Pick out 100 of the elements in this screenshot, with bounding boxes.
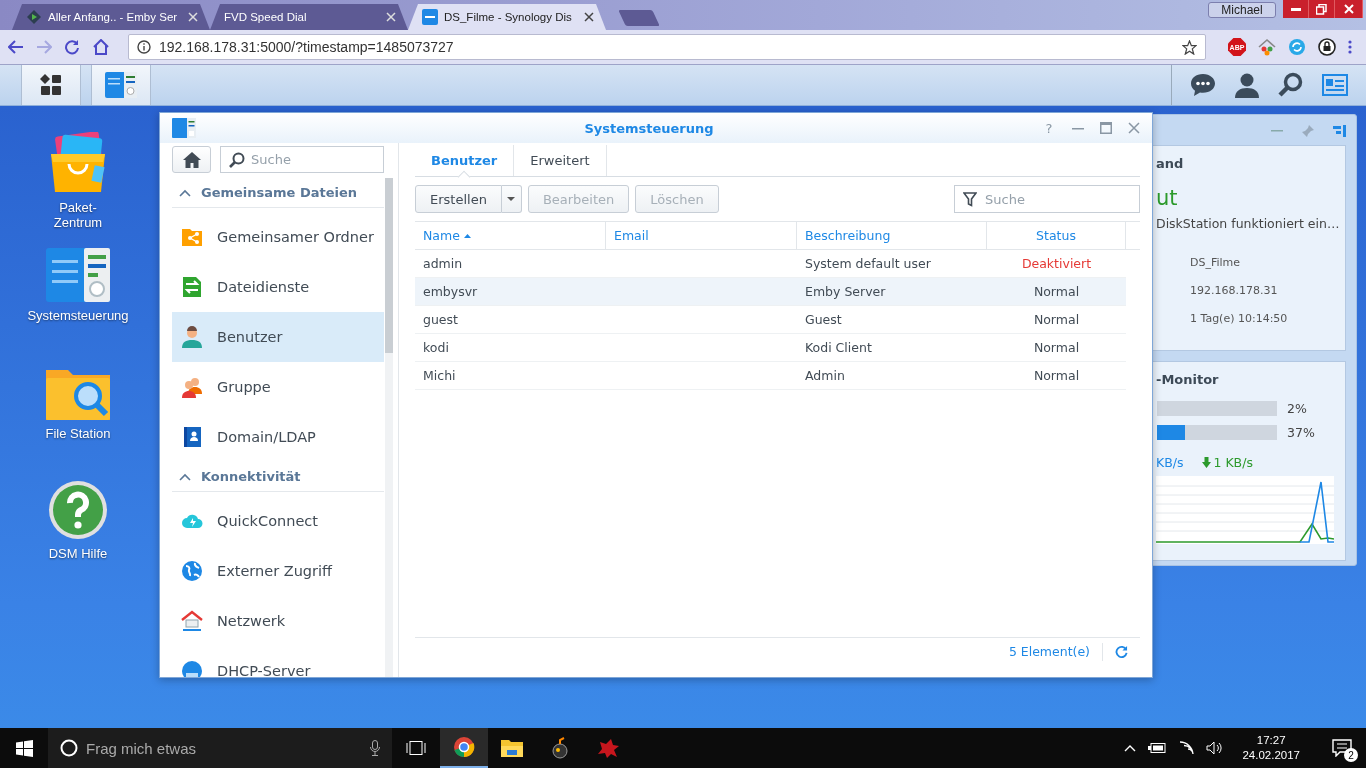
close-button[interactable]: [1335, 0, 1363, 18]
help-icon[interactable]: [48, 480, 108, 540]
home-button[interactable]: [172, 146, 211, 173]
battery-icon[interactable]: [1148, 743, 1167, 753]
tab[interactable]: Erweitert: [514, 145, 607, 176]
desktop-icon-label[interactable]: File Station: [45, 426, 111, 441]
domain-icon: [181, 426, 203, 448]
dropdown-button[interactable]: [501, 185, 522, 213]
restore-icon: [1316, 3, 1327, 15]
search-icon[interactable]: [1278, 72, 1304, 98]
close-button[interactable]: [1128, 122, 1140, 134]
user-icon[interactable]: [1234, 72, 1260, 98]
browser-tab[interactable]: Aller Anfang.. - Emby Ser: [12, 4, 210, 30]
control-panel-icon: [105, 72, 137, 98]
column-header[interactable]: Name: [415, 222, 606, 249]
status-cell-text: Deaktiviert: [1020, 255, 1093, 273]
sidebar-item[interactable]: QuickConnect: [172, 496, 384, 546]
chevron-icon: [179, 472, 191, 481]
start-button[interactable]: [15, 739, 33, 757]
status-cell-text: Normal: [1032, 339, 1081, 357]
minimize-button[interactable]: [1283, 0, 1309, 18]
address-field[interactable]: 192.168.178.31:5000/?timestamp=1485073727: [128, 34, 1206, 60]
section-header[interactable]: Gemeinsame Dateien: [172, 178, 384, 208]
sidebar-icon[interactable]: [1333, 125, 1346, 137]
menu-icon[interactable]: [1348, 40, 1352, 54]
close-icon[interactable]: [584, 12, 594, 22]
wifi-icon[interactable]: [1178, 741, 1195, 755]
meter-reading: 37%: [1287, 425, 1315, 440]
sidebar-item[interactable]: Dateidienste: [172, 262, 384, 312]
search-field[interactable]: Frag mich etwas: [48, 728, 392, 768]
status-cell-text: Normal: [1032, 311, 1081, 329]
desktop-icon-label[interactable]: Systemsteuerung: [27, 308, 129, 323]
scrollbar-thumb[interactable]: [385, 178, 393, 353]
maximize-button[interactable]: [1100, 122, 1112, 134]
clock[interactable]: 17:27 24.02.2017: [1242, 733, 1300, 763]
microphone-icon[interactable]: [370, 740, 380, 756]
profile-button[interactable]: Michael: [1208, 2, 1276, 18]
desktop-icon-label[interactable]: DSM Hilfe: [48, 546, 108, 561]
notifications-icon[interactable]: [1332, 739, 1352, 757]
table-cell-text: kodi: [422, 339, 450, 357]
column-header[interactable]: Status: [987, 222, 1126, 249]
sidebar-item[interactable]: Externer Zugriff: [172, 546, 384, 596]
restore-button[interactable]: [1309, 0, 1335, 18]
info-value: 1 Tag(e) 10:14:50: [1190, 312, 1289, 327]
table-cell-text: Emby Server: [804, 283, 887, 301]
download-rate: 1 KB/s: [1213, 455, 1253, 470]
browser-tab[interactable]: FVD Speed Dial: [210, 4, 408, 30]
browser-tab[interactable]: DS_Filme - Synology Dis: [408, 4, 606, 30]
dhcp-icon: [181, 660, 203, 677]
house-icon[interactable]: [1258, 38, 1276, 56]
control-panel-app-button[interactable]: [91, 65, 151, 105]
back-icon[interactable]: [8, 40, 24, 54]
chevron-up-icon[interactable]: [1124, 744, 1137, 752]
creature-icon[interactable]: [596, 738, 620, 758]
column-header[interactable]: Beschreibung: [797, 222, 987, 249]
user-icon: [181, 326, 203, 348]
main-menu-button[interactable]: [21, 65, 81, 105]
network-icon: [181, 610, 203, 632]
refresh-icon[interactable]: [1115, 645, 1128, 658]
chrome-icon[interactable]: [453, 736, 475, 758]
home-icon: [182, 151, 201, 168]
table-row[interactable]: kodi Kodi Client Normal: [415, 334, 1126, 362]
scrollbar[interactable]: [385, 178, 393, 677]
table-row[interactable]: embysvr Emby Server Normal: [415, 278, 1126, 306]
reload-icon[interactable]: [64, 39, 80, 55]
section-header[interactable]: Konnektivität: [172, 462, 384, 492]
column-header[interactable]: Email: [606, 222, 797, 249]
widgets-icon[interactable]: [1322, 74, 1348, 96]
table-row[interactable]: guest Guest Normal: [415, 306, 1126, 334]
lock-icon[interactable]: [1318, 38, 1336, 56]
sidebar-item[interactable]: Domain/LDAP: [172, 412, 384, 462]
volume-icon[interactable]: [1206, 741, 1223, 755]
sidebar-item[interactable]: Benutzer: [172, 312, 384, 362]
sync-icon[interactable]: [1288, 38, 1306, 56]
card-heading: -Monitor: [1156, 372, 1220, 390]
task-view-icon[interactable]: [406, 741, 426, 755]
table-cell-text: Kodi Client: [804, 339, 873, 357]
window-title: Systemsteuerung: [583, 120, 715, 136]
bomb-icon[interactable]: [550, 737, 570, 759]
sidebar-item[interactable]: Gruppe: [172, 362, 384, 412]
control-panel-icon[interactable]: [46, 248, 110, 302]
control-panel-icon: [172, 118, 196, 138]
new-tab-button[interactable]: [618, 10, 660, 26]
file-explorer-icon[interactable]: [501, 739, 523, 757]
table-cell-text: guest: [422, 311, 459, 329]
home-icon[interactable]: [92, 39, 110, 55]
sidebar-item[interactable]: Netzwerk: [172, 596, 384, 646]
desktop-icon-label[interactable]: Paket- Zentrum: [53, 200, 103, 230]
sidebar-item[interactable]: Gemeinsamer Ordner: [172, 212, 384, 262]
chat-icon[interactable]: [1190, 73, 1216, 97]
item-count: 5 Element(e): [1008, 644, 1090, 659]
sidebar-item[interactable]: DHCP-Server: [172, 646, 384, 677]
emby-favicon: [26, 9, 42, 25]
toolbar-button[interactable]: Erstellen: [415, 185, 502, 213]
notification-badge: 2: [1344, 748, 1358, 762]
table-cell-text: Admin: [804, 367, 846, 385]
filter-icon: [963, 191, 977, 207]
bookmark-star-icon[interactable]: [1182, 39, 1197, 55]
table-row[interactable]: Michi Admin Normal: [415, 362, 1126, 390]
info-value: DS_Filme: [1190, 256, 1242, 271]
